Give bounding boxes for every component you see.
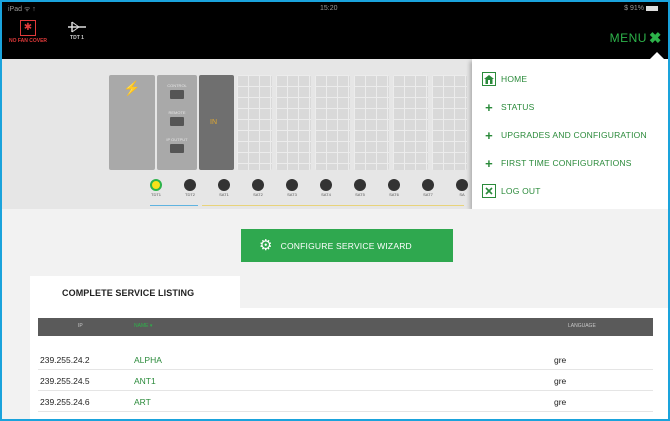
empty-slot[interactable] [354,75,389,170]
row-ip: 239.255.24.6 [40,397,90,407]
satellite-underline [202,205,464,206]
input-dot[interactable] [456,179,468,191]
menu-item-label: LOG OUT [501,186,541,196]
row-ip: 239.255.24.5 [40,376,90,386]
input-dot[interactable] [388,179,400,191]
home-icon [482,72,496,86]
input-slot-label: IN [210,119,217,126]
port-ip-output: IP OUTPUT [163,137,191,153]
lightning-bolt-icon: ⚡ [123,80,141,96]
port-label: REMOTE [168,110,186,115]
input-label: SAT1 [219,192,229,197]
ethernet-port-icon [170,90,184,99]
ethernet-port-icon [170,144,184,153]
input-label: TDT2 [185,192,195,197]
table-row[interactable]: 239.255.24.6 ART gre [38,392,653,412]
menu-item-label: HOME [501,74,528,84]
battery-level: $ 91% [624,5,644,12]
nav-menu: HOME + STATUS + UPGRADES AND CONFIGURATI… [472,52,668,209]
input-dot[interactable] [320,179,332,191]
power-slot[interactable]: ⚡ [109,75,155,170]
menu-item-logout[interactable]: LOG OUT [482,182,541,200]
input-dot[interactable] [184,179,196,191]
row-language: gre [554,397,567,407]
carrier-indicator: iPad ᯤ ↑ [8,6,36,13]
input-slot[interactable]: IN [199,75,234,170]
table-row[interactable]: 239.255.24.2 ALPHA gre [38,350,653,370]
input-label: SAT5 [355,192,365,197]
table-header: IP NAME ▾ LANGUAGE [38,318,653,336]
menu-button[interactable]: MENU ✖ [610,29,662,47]
input-dot-active[interactable] [150,179,162,191]
status-bar: iPad ᯤ ↑ 15:20 $ 91% [2,5,668,15]
configure-wizard-button[interactable]: ⚙ CONFIGURE SERVICE WIZARD [241,229,453,262]
close-box-icon [482,184,496,198]
ethernet-port-icon [170,117,184,126]
menu-item-label: STATUS [501,102,535,112]
wizard-label: CONFIGURE SERVICE WIZARD [280,240,412,251]
empty-slot[interactable] [276,75,311,170]
antenna-icon [68,21,86,33]
row-language: gre [554,376,567,386]
row-name: ANT1 [134,376,156,386]
fan-alert-label: NO FAN COVER [8,38,48,44]
source-indicator[interactable]: TDT 1 [62,20,92,41]
input-dot[interactable] [286,179,298,191]
input-dot[interactable] [218,179,230,191]
fan-alert-icon: ✱ [20,20,36,36]
tab-service-listing[interactable]: COMPLETE SERVICE LISTING [30,276,240,308]
main-content: ⚙ CONFIGURE SERVICE WIZARD COMPLETE SERV… [2,209,668,419]
row-language: gre [554,355,567,365]
selection-underline [150,205,198,206]
battery-indicator: $ 91% [624,5,658,12]
io-slot[interactable]: CONTROL REMOTE IP OUTPUT [157,75,197,170]
menu-item-label: FIRST TIME CONFIGURATIONS [501,158,632,168]
empty-slot[interactable] [315,75,350,170]
input-label: SAT2 [253,192,263,197]
source-label: TDT 1 [70,35,84,41]
fan-alert[interactable]: ✱ NO FAN COVER [8,20,48,44]
input-label: SAT6 [389,192,399,197]
empty-slot[interactable] [237,75,272,170]
app-frame: iPad ᯤ ↑ 15:20 $ 91% ✱ NO FAN COVER TDT … [0,0,670,421]
input-label: SAT4 [321,192,331,197]
close-icon: ✖ [648,30,662,47]
menu-caret [650,52,664,59]
status-time: 15:20 [320,5,338,12]
menu-label: MENU [609,31,647,45]
gear-icon: ⚙ [259,237,273,254]
plus-icon: + [485,127,493,143]
column-name[interactable]: NAME ▾ [134,323,152,329]
input-label: TDT1 [151,192,161,197]
menu-item-home[interactable]: HOME [482,70,527,88]
empty-slot[interactable] [393,75,428,170]
input-dot[interactable] [252,179,264,191]
row-ip: 239.255.24.2 [40,355,90,365]
column-language[interactable]: LANGUAGE [568,323,596,329]
plus-icon: + [485,99,493,115]
service-listing-panel: IP NAME ▾ LANGUAGE 239.255.24.2 ALPHA gr… [30,308,668,419]
table-row[interactable]: 239.255.24.5 ANT1 gre [38,371,653,391]
menu-item-first-time-config[interactable]: + FIRST TIME CONFIGURATIONS [482,154,632,172]
port-remote: REMOTE [163,110,191,126]
input-dot[interactable] [354,179,366,191]
column-ip[interactable]: IP [78,323,83,329]
row-name: ART [134,397,151,407]
port-label: IP OUTPUT [166,137,188,142]
row-name: ALPHA [134,355,162,365]
input-label: SAT7 [423,192,433,197]
port-label: CONTROL [167,83,187,88]
menu-item-label: UPGRADES AND CONFIGURATION [501,130,647,140]
input-dot[interactable] [422,179,434,191]
menu-item-status[interactable]: + STATUS [482,98,534,116]
input-label: SAT3 [287,192,297,197]
plus-icon: + [485,155,493,171]
battery-icon [646,5,658,11]
port-control: CONTROL [163,83,191,99]
menu-item-upgrades[interactable]: + UPGRADES AND CONFIGURATION [482,126,647,144]
top-bar: iPad ᯤ ↑ 15:20 $ 91% ✱ NO FAN COVER TDT … [2,2,668,59]
empty-slot[interactable] [432,75,467,170]
